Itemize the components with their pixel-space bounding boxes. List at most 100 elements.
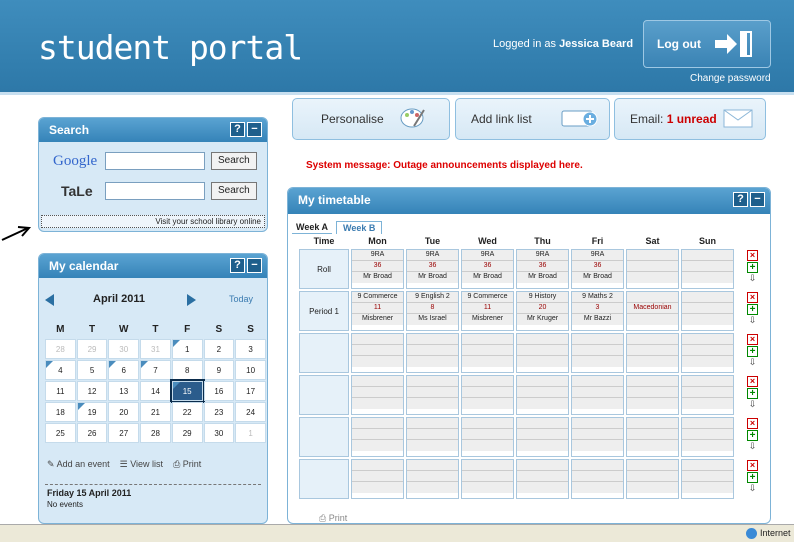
- arrow-down-icon[interactable]: ⇩: [749, 484, 757, 493]
- timetable-cell[interactable]: [681, 291, 734, 331]
- timetable-cell[interactable]: 9 Commerce 11 Misbrener: [461, 291, 514, 331]
- add-event-link[interactable]: ✎ Add an event: [47, 459, 110, 470]
- timetable-cell[interactable]: [626, 249, 679, 289]
- calendar-day[interactable]: 19: [76, 402, 108, 422]
- calendar-day[interactable]: 1: [235, 423, 266, 443]
- calendar-day[interactable]: 29: [76, 339, 108, 359]
- timetable-cell[interactable]: [626, 333, 679, 373]
- calendar-day[interactable]: 30: [108, 339, 140, 359]
- help-icon[interactable]: ?: [230, 258, 245, 273]
- calendar-day[interactable]: 16: [203, 381, 235, 401]
- timetable-cell[interactable]: [571, 417, 624, 457]
- help-icon[interactable]: ?: [230, 122, 245, 137]
- delete-icon[interactable]: ×: [747, 418, 758, 429]
- change-password-link[interactable]: Change password: [690, 73, 771, 84]
- email-button[interactable]: Email: 1 unread: [614, 98, 766, 140]
- calendar-day[interactable]: 5: [76, 360, 108, 380]
- timetable-cell[interactable]: Macedonian: [626, 291, 679, 331]
- calendar-day[interactable]: 27: [108, 423, 140, 443]
- calendar-day[interactable]: 30: [203, 423, 235, 443]
- timetable-cell[interactable]: [681, 417, 734, 457]
- timetable-cell[interactable]: [571, 459, 624, 499]
- timetable-cell[interactable]: 9 History 20 Mr Kruger: [516, 291, 569, 331]
- timetable-cell[interactable]: 9RA 36 Mr Broad: [351, 249, 404, 289]
- arrow-down-icon[interactable]: ⇩: [749, 274, 757, 283]
- next-month-icon[interactable]: [187, 294, 196, 306]
- timetable-cell[interactable]: 9 English 2 8 Ms Israel: [406, 291, 459, 331]
- timetable-cell[interactable]: 9RA 36 Mr Broad: [461, 249, 514, 289]
- timetable-cell[interactable]: [681, 249, 734, 289]
- tale-search-button[interactable]: Search: [211, 182, 257, 200]
- timetable-cell[interactable]: [571, 375, 624, 415]
- calendar-day[interactable]: 18: [45, 402, 76, 422]
- personalise-button[interactable]: Personalise: [292, 98, 450, 140]
- print-link[interactable]: ⎙ Print: [319, 513, 347, 523]
- timetable-cell[interactable]: [681, 333, 734, 373]
- calendar-day[interactable]: 1: [171, 339, 203, 359]
- arrow-down-icon[interactable]: ⇩: [749, 316, 757, 325]
- calendar-day[interactable]: 21: [140, 402, 171, 422]
- tale-search-input[interactable]: [105, 182, 205, 200]
- minimize-icon[interactable]: −: [247, 258, 262, 273]
- timetable-cell[interactable]: [461, 375, 514, 415]
- timetable-cell[interactable]: 9RA 36 Mr Broad: [516, 249, 569, 289]
- timetable-cell[interactable]: [351, 333, 404, 373]
- timetable-cell[interactable]: 9RA 36 Mr Broad: [406, 249, 459, 289]
- calendar-day[interactable]: 28: [140, 423, 171, 443]
- google-search-input[interactable]: [105, 152, 205, 170]
- timetable-cell[interactable]: [406, 375, 459, 415]
- prev-month-icon[interactable]: [45, 294, 54, 306]
- calendar-day[interactable]: 2: [203, 339, 235, 359]
- logout-button[interactable]: Log out: [643, 20, 771, 68]
- arrow-down-icon[interactable]: ⇩: [749, 400, 757, 409]
- delete-icon[interactable]: ×: [747, 460, 758, 471]
- timetable-cell[interactable]: [351, 417, 404, 457]
- google-search-button[interactable]: Search: [211, 152, 257, 170]
- timetable-cell[interactable]: [516, 333, 569, 373]
- timetable-cell[interactable]: [626, 375, 679, 415]
- print-link[interactable]: ⎙ Print: [173, 459, 201, 470]
- calendar-day[interactable]: 11: [45, 381, 76, 401]
- timetable-cell[interactable]: [516, 375, 569, 415]
- timetable-cell[interactable]: [571, 333, 624, 373]
- timetable-cell[interactable]: [406, 459, 459, 499]
- timetable-cell[interactable]: [516, 417, 569, 457]
- help-icon[interactable]: ?: [733, 192, 748, 207]
- calendar-day[interactable]: 23: [203, 402, 235, 422]
- calendar-day[interactable]: 7: [140, 360, 171, 380]
- timetable-cell[interactable]: [626, 459, 679, 499]
- timetable-cell[interactable]: [681, 459, 734, 499]
- add-icon[interactable]: +: [747, 388, 758, 399]
- library-link[interactable]: Visit your school library online: [41, 215, 265, 228]
- view-list-link[interactable]: ☰ View list: [120, 459, 163, 470]
- arrow-down-icon[interactable]: ⇩: [749, 442, 757, 451]
- calendar-day[interactable]: 14: [140, 381, 171, 401]
- add-icon[interactable]: +: [747, 472, 758, 483]
- timetable-cell[interactable]: 9 Maths 2 3 Mr Bazzi: [571, 291, 624, 331]
- calendar-day[interactable]: 3: [235, 339, 266, 359]
- delete-icon[interactable]: ×: [747, 250, 758, 261]
- add-link-list-button[interactable]: Add link list: [455, 98, 610, 140]
- calendar-day[interactable]: 26: [76, 423, 108, 443]
- delete-icon[interactable]: ×: [747, 334, 758, 345]
- minimize-icon[interactable]: −: [247, 122, 262, 137]
- timetable-cell[interactable]: [406, 333, 459, 373]
- calendar-day[interactable]: 13: [108, 381, 140, 401]
- calendar-day[interactable]: 17: [235, 381, 266, 401]
- timetable-cell[interactable]: 9RA 36 Mr Broad: [571, 249, 624, 289]
- timetable-cell[interactable]: [351, 375, 404, 415]
- add-icon[interactable]: +: [747, 304, 758, 315]
- calendar-day[interactable]: 20: [108, 402, 140, 422]
- add-icon[interactable]: +: [747, 346, 758, 357]
- add-icon[interactable]: +: [747, 262, 758, 273]
- timetable-cell[interactable]: [461, 459, 514, 499]
- today-link[interactable]: Today: [229, 294, 253, 304]
- timetable-cell[interactable]: [681, 375, 734, 415]
- timetable-cell[interactable]: [461, 417, 514, 457]
- calendar-day[interactable]: 28: [45, 339, 76, 359]
- calendar-day[interactable]: 8: [171, 360, 203, 380]
- calendar-day[interactable]: 25: [45, 423, 76, 443]
- timetable-cell[interactable]: [516, 459, 569, 499]
- calendar-day[interactable]: 10: [235, 360, 266, 380]
- calendar-day[interactable]: 4: [45, 360, 76, 380]
